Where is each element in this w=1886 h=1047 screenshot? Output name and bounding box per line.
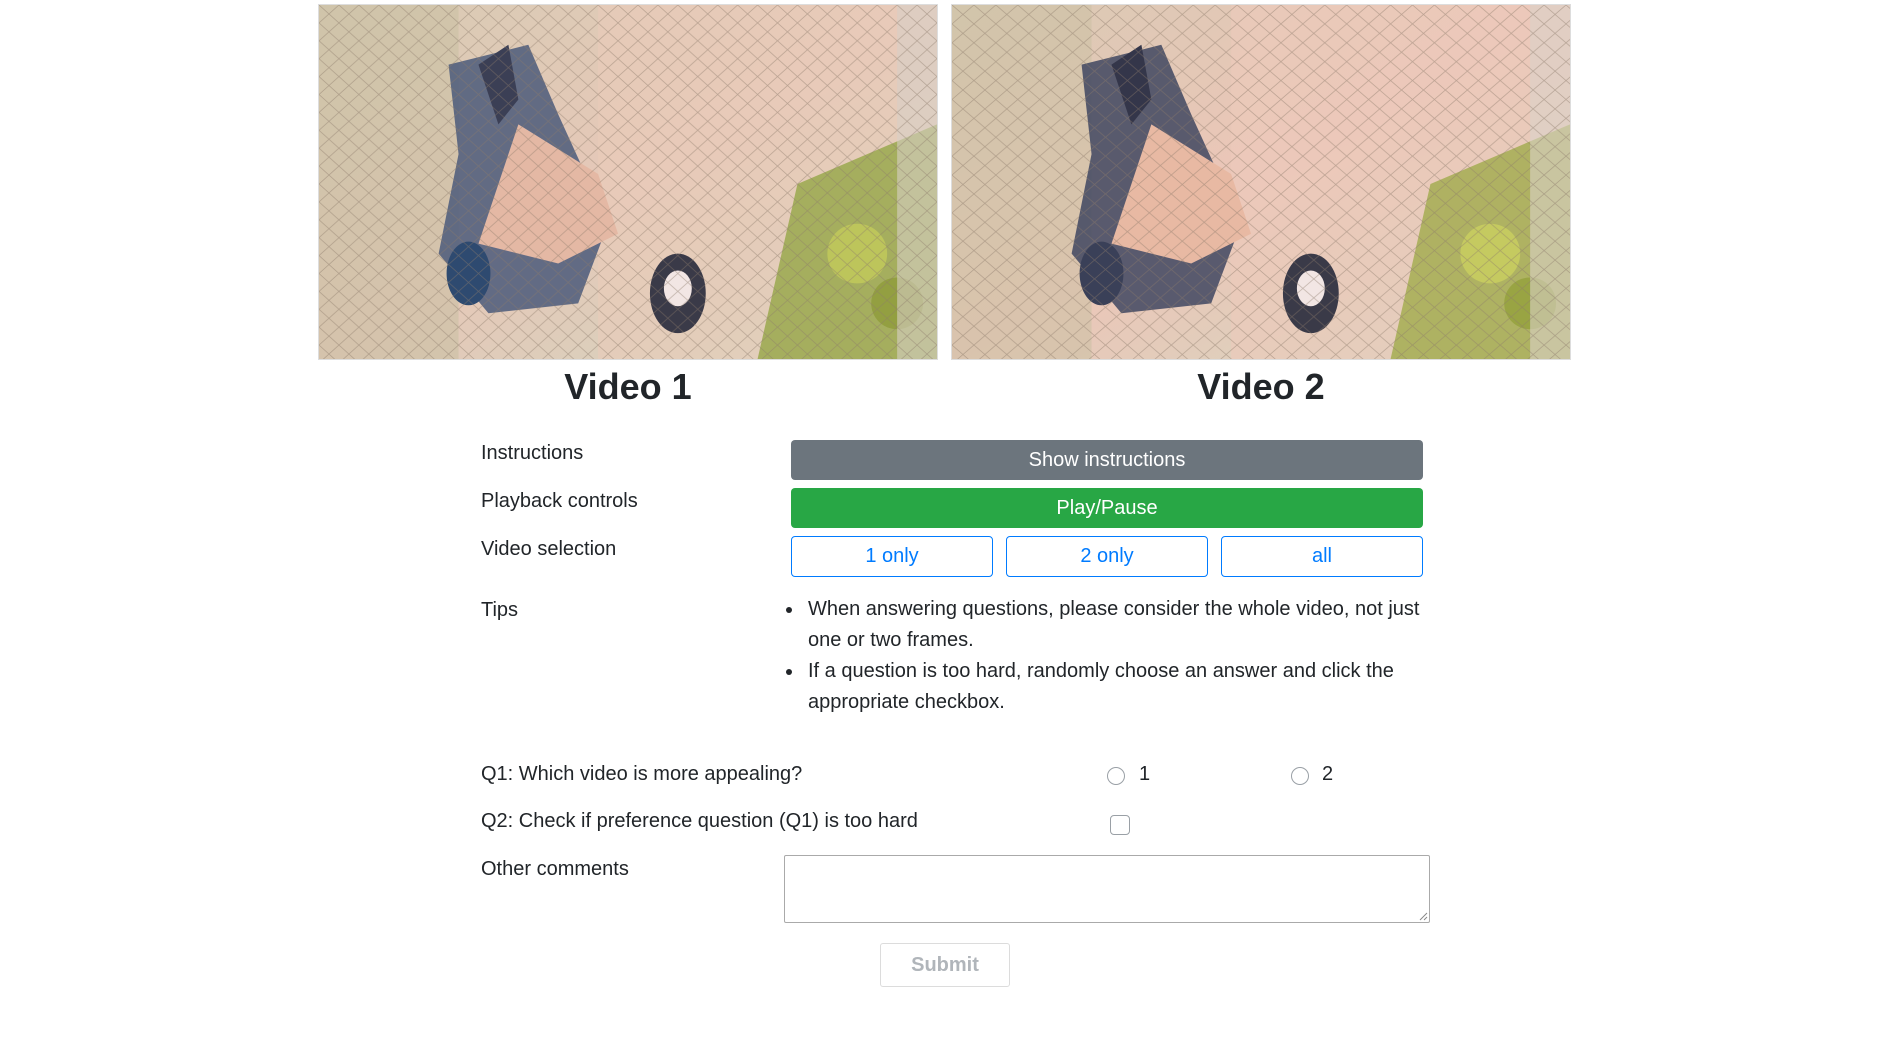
q2-label: Q2: Check if preference question (Q1) is… <box>481 810 918 832</box>
q1-radio-option-2[interactable] <box>1291 767 1309 785</box>
playback-controls-label: Playback controls <box>481 490 638 512</box>
video-2-label: Video 2 <box>1197 366 1325 407</box>
video-2-frame-image <box>952 5 1570 359</box>
resize-grip-icon[interactable] <box>1418 911 1428 921</box>
q1-option-1-label: 1 <box>1139 763 1151 785</box>
tips-list: When answering questions, please conside… <box>784 594 1444 718</box>
all-videos-button[interactable]: all <box>1221 536 1423 577</box>
video-2-only-button[interactable]: 2 only <box>1006 536 1208 577</box>
q1-label: Q1: Which video is more appealing? <box>481 763 803 785</box>
tip-item: When answering questions, please conside… <box>804 594 1444 656</box>
video-1-player[interactable] <box>318 4 938 360</box>
q1-option-2-label: 2 <box>1322 763 1334 785</box>
video-1-frame-image <box>319 5 937 359</box>
video-1-only-button[interactable]: 1 only <box>791 536 993 577</box>
survey-page: Video 1 Video 2 Instructions Show instru… <box>0 0 1886 1047</box>
q1-radio-option-1[interactable] <box>1107 767 1125 785</box>
q2-too-hard-checkbox[interactable] <box>1110 815 1130 835</box>
video-1-label: Video 1 <box>564 366 692 407</box>
instructions-label: Instructions <box>481 442 584 464</box>
other-comments-label: Other comments <box>481 858 629 880</box>
other-comments-textarea[interactable] <box>784 855 1430 923</box>
show-instructions-button[interactable]: Show instructions <box>791 440 1423 480</box>
tip-item: If a question is too hard, randomly choo… <box>804 656 1444 718</box>
submit-button[interactable]: Submit <box>880 943 1010 987</box>
tips-label: Tips <box>481 599 519 621</box>
video-2-player[interactable] <box>951 4 1571 360</box>
play-pause-button[interactable]: Play/Pause <box>791 488 1423 528</box>
video-selection-label: Video selection <box>481 538 617 560</box>
